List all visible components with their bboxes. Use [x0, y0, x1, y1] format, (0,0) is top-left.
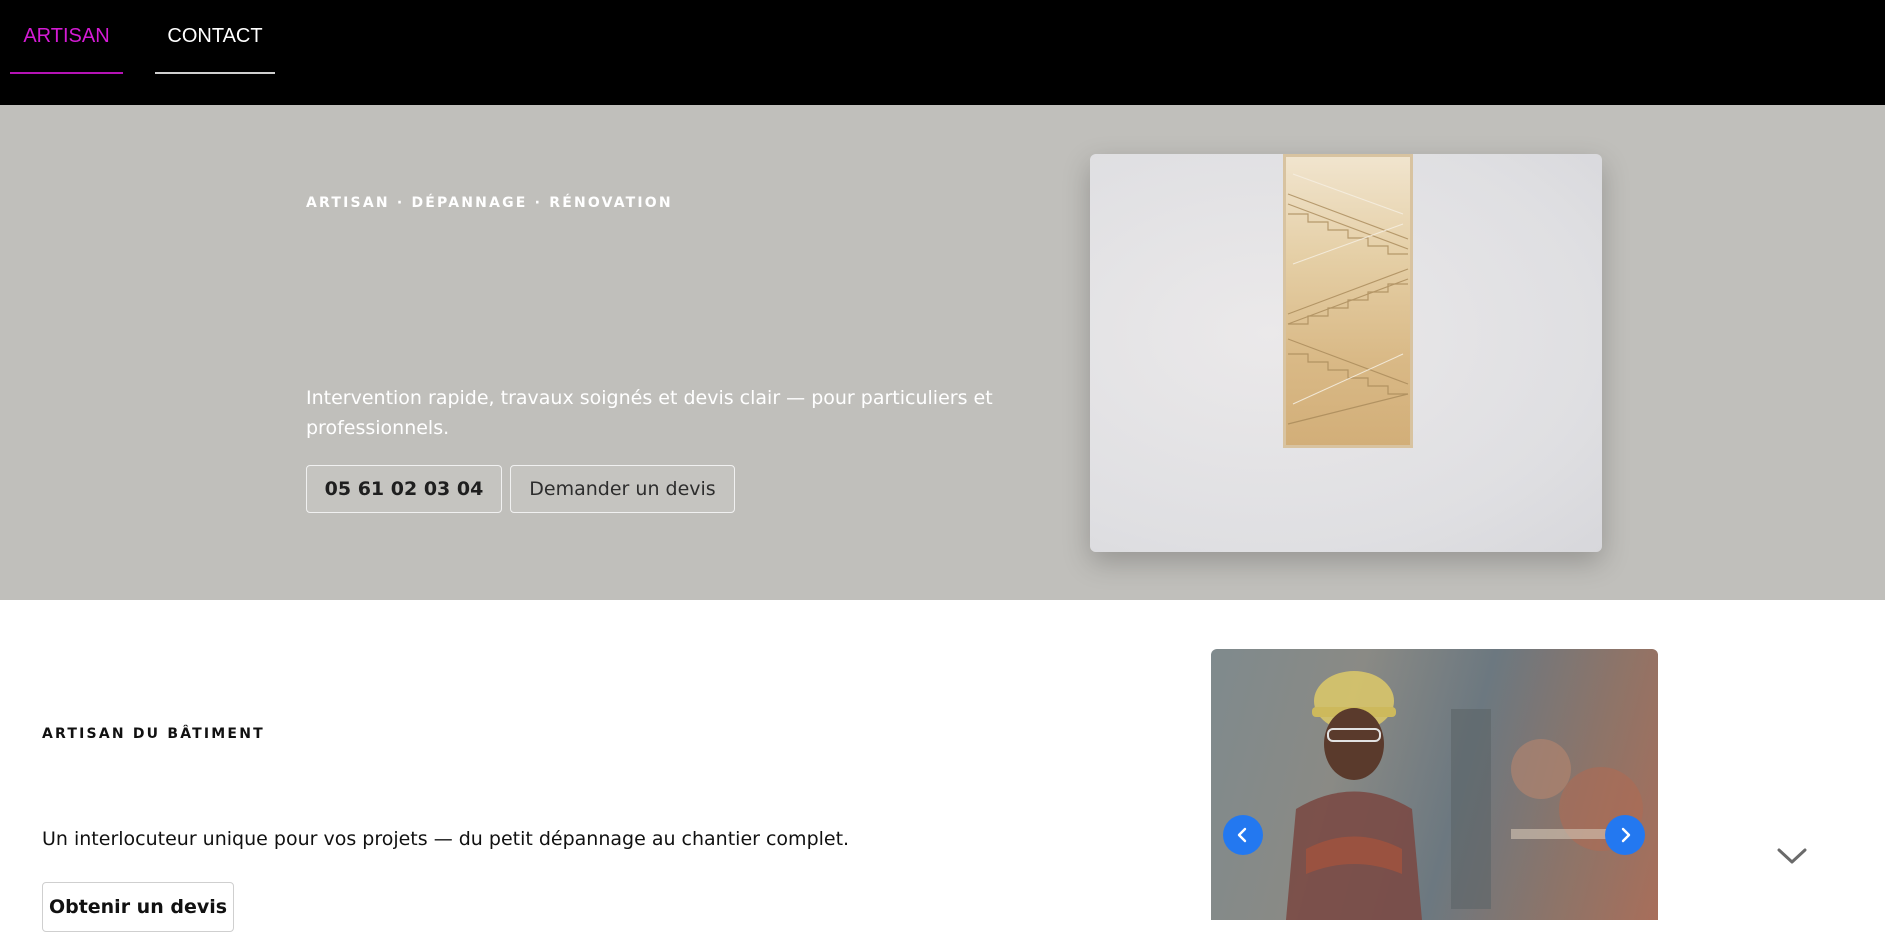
request-quote-button[interactable]: Demander un devis [510, 465, 735, 513]
phone-button[interactable]: 05 61 02 03 04 [306, 465, 502, 513]
staircase-window [1283, 154, 1413, 448]
get-quote-button[interactable]: Obtenir un devis [42, 882, 234, 932]
hero-section: ARTISAN · DÉPANNAGE · RÉNOVATION Interve… [0, 105, 1885, 600]
machinery-photo [1451, 709, 1643, 909]
hero-staircase-image [1090, 154, 1602, 552]
hero-description: Intervention rapide, travaux soignés et … [306, 387, 993, 439]
carousel-next-button[interactable] [1605, 815, 1645, 855]
artisan-section: ARTISAN DU BÂTIMENT Un interlocuteur uni… [0, 600, 1885, 932]
nav-item-contact[interactable]: CONTACT [155, 0, 275, 74]
top-navigation: ARTISAN CONTACT [0, 0, 1885, 105]
scroll-down-button[interactable] [1775, 845, 1809, 867]
staircase-illustration [1287, 173, 1409, 425]
carousel-prev-button[interactable] [1223, 815, 1263, 855]
nav-item-artisan[interactable]: ARTISAN [10, 0, 123, 74]
chevron-left-icon [1237, 827, 1247, 843]
chevron-right-icon [1621, 827, 1631, 843]
worker-photo [1286, 671, 1422, 920]
section-eyebrow: ARTISAN DU BÂTIMENT [42, 726, 265, 742]
chevron-down-icon [1777, 848, 1807, 864]
section-description: Un interlocuteur unique pour vos projets… [42, 828, 850, 850]
image-carousel [1211, 649, 1658, 920]
hero-eyebrow: ARTISAN · DÉPANNAGE · RÉNOVATION [306, 195, 673, 211]
